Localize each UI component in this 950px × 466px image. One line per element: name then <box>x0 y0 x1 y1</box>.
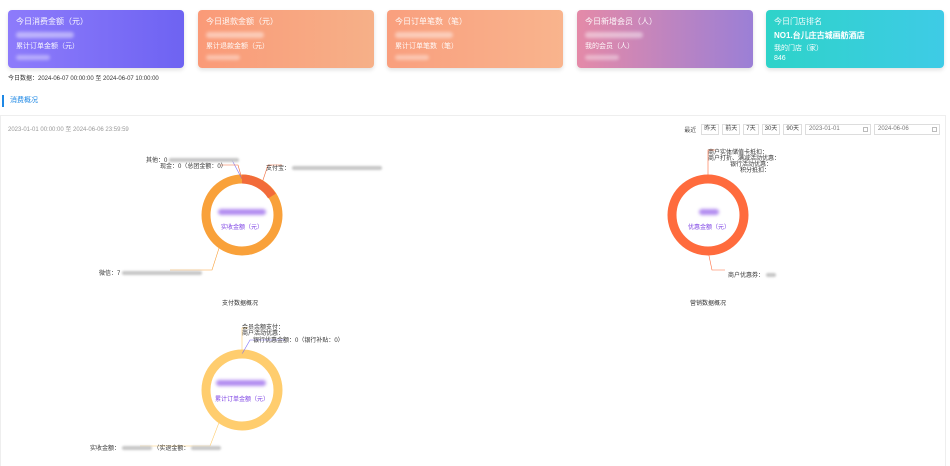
label-points: 积分抵扣： <box>740 168 771 174</box>
redacted-value <box>395 32 453 38</box>
redacted-center-value <box>216 380 266 386</box>
start-date-input[interactable]: 2023-01-01 <box>805 123 871 135</box>
card-title: 今日退款金额（元） <box>206 17 278 26</box>
order-center-label: 累计订单金额（元） <box>214 397 269 403</box>
today-consumption-card[interactable]: 今日消费金额（元） 累计订单金额（元） <box>8 10 184 68</box>
label-alipay: 支付宝： <box>266 163 382 172</box>
label-coupon: 商户优惠券： <box>728 270 776 279</box>
donut-segment-alipay <box>241 174 276 199</box>
donut-ring <box>201 349 283 431</box>
end-date-value: 2024-06-06 <box>878 125 909 132</box>
today-stats-time: 今日数据：2024-06-07 00:00:00 至 2024-06-07 10… <box>8 76 159 82</box>
store-ranking-card[interactable]: 今日门店排名 NO1.台儿庄古城画舫酒店 我的门店（家） 846 <box>766 10 944 68</box>
store-count: 846 <box>774 55 786 62</box>
calendar-icon <box>932 126 937 132</box>
redacted-value <box>16 32 74 38</box>
redacted-value <box>585 55 619 60</box>
card-title: 今日消费金额（元） <box>16 17 88 26</box>
section-title: 消费概况 <box>2 95 38 107</box>
redacted-value <box>585 32 643 38</box>
store-rank-name: NO1.台儿庄古城画舫酒店 <box>774 31 865 40</box>
date-range-text: 2023-01-01 00:00:00 至 2024-06-06 23:59:5… <box>8 127 129 133</box>
card-subtitle: 累计退款金额（元） <box>206 43 269 50</box>
card-subtitle: 累计订单金额（元） <box>16 43 79 50</box>
today-refund-card[interactable]: 今日退款金额（元） 累计退款金额（元） <box>198 10 374 68</box>
card-subtitle: 我的会员（人） <box>585 43 634 50</box>
summary-cards: 今日消费金额（元） 累计订单金额（元） 今日退款金额（元） 累计退款金额（元） … <box>8 10 944 70</box>
calendar-icon <box>863 126 868 132</box>
donut-ring <box>667 174 749 256</box>
card-title: 今日新增会员（人） <box>585 17 657 26</box>
redacted-center-value <box>218 209 266 215</box>
payment-chart-title: 支付数据概况 <box>222 301 259 307</box>
filter-day-before-button[interactable]: 前天 <box>722 123 741 135</box>
marketing-center-label: 优惠金额（元） <box>687 225 730 231</box>
card-subtitle: 我的门店（家） <box>774 45 823 52</box>
payment-center-label: 实收金额（元） <box>220 225 263 231</box>
card-title: 今日订单笔数（笔） <box>395 17 467 26</box>
redacted-value <box>206 55 240 60</box>
today-orders-card[interactable]: 今日订单笔数（笔） 累计订单笔数（笔） <box>387 10 563 68</box>
filter-90days-button[interactable]: 90天 <box>783 123 802 135</box>
redacted-value <box>395 55 429 60</box>
card-title: 今日门店排名 <box>774 17 822 26</box>
leader-line-wechat <box>170 244 221 271</box>
start-date-value: 2023-01-01 <box>809 125 840 132</box>
label-cash: 现金：0（总团金额：0） <box>160 164 227 170</box>
redacted-center-value <box>699 209 719 215</box>
end-date-input[interactable]: 2024-06-06 <box>874 123 940 135</box>
label-received: 实收金额： （实退金额： <box>90 443 222 452</box>
redacted-value <box>206 32 264 38</box>
filter-7days-button[interactable]: 7天 <box>743 123 759 135</box>
label-wechat: 微信：7 <box>99 268 203 277</box>
card-subtitle: 累计订单笔数（笔） <box>395 43 458 50</box>
today-new-members-card[interactable]: 今日新增会员（人） 我的会员（人） <box>577 10 753 68</box>
redacted-value <box>16 55 50 60</box>
marketing-chart-title: 营销数据概况 <box>690 301 727 307</box>
filter-30days-button[interactable]: 30天 <box>761 123 781 135</box>
date-filter: 最近 昨天 前天 7天 30天 90天 2023-01-01 2024-06-0… <box>684 123 940 135</box>
filter-label: 最近 <box>684 127 697 134</box>
filter-yesterday-button[interactable]: 昨天 <box>701 123 720 135</box>
label-bank-amount: 银行优惠金额：0（银行补贴：0） <box>253 338 344 344</box>
